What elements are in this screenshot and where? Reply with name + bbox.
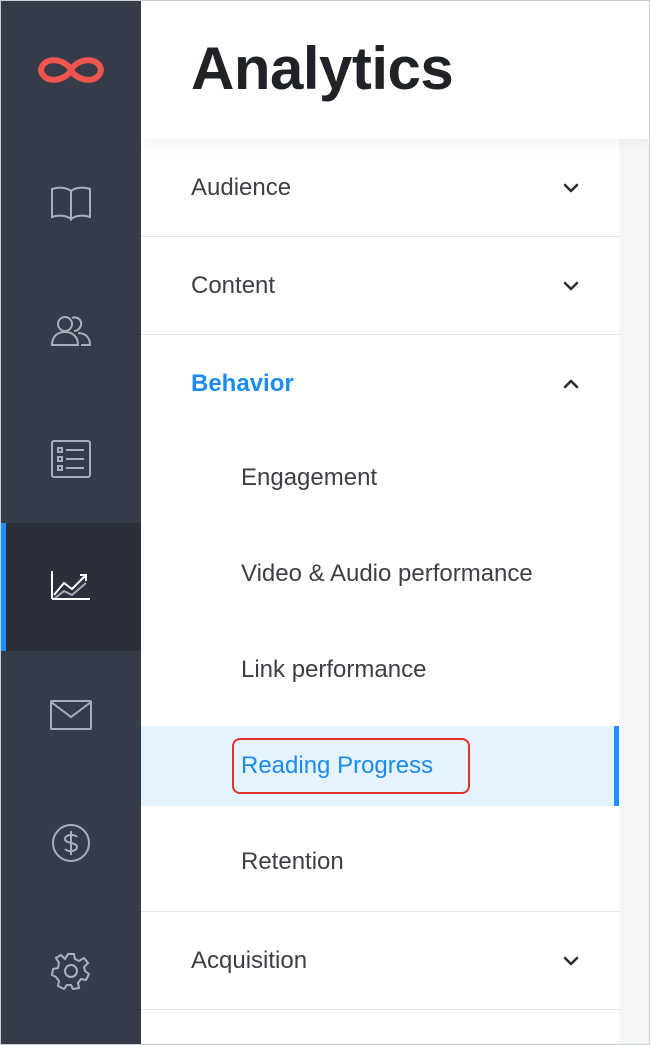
rail-item-library[interactable]	[1, 139, 141, 267]
infinity-logo-icon	[38, 57, 104, 83]
rail-item-settings[interactable]	[1, 907, 141, 1035]
dollar-icon	[52, 824, 90, 862]
mail-icon	[50, 700, 92, 730]
menu-item-retention[interactable]: Retention	[141, 822, 619, 902]
menu-item-label: Engagement	[241, 464, 378, 491]
menu-item-label: Reading Progress	[241, 752, 434, 779]
divider	[141, 1009, 619, 1010]
menu-item-label: Video & Audio performance	[241, 560, 533, 587]
menu-item-engagement[interactable]: Engagement	[141, 438, 619, 518]
menu-item-label: Link performance	[241, 656, 427, 683]
content-gutter	[619, 139, 649, 1044]
app-window: Analytics Audience Content Behavior Enga…	[0, 0, 650, 1045]
rail-item-mail[interactable]	[1, 651, 141, 779]
chevron-down-icon	[563, 956, 579, 965]
rail-item-audience[interactable]	[1, 267, 141, 395]
book-icon	[51, 186, 91, 221]
rail-item-analytics[interactable]	[1, 523, 141, 651]
rail-item-monetization[interactable]	[1, 779, 141, 907]
settings-gear-icon	[51, 953, 91, 991]
section-audience[interactable]: Audience	[141, 139, 619, 236]
section-label: Content	[191, 271, 276, 299]
rail-item-list[interactable]	[1, 395, 141, 523]
section-behavior[interactable]: Behavior	[141, 335, 619, 432]
users-icon	[50, 316, 92, 346]
list-icon	[51, 440, 91, 478]
chevron-up-icon	[563, 379, 579, 388]
section-acquisition[interactable]: Acquisition	[141, 912, 619, 1009]
chevron-down-icon	[563, 281, 579, 290]
section-label: Behavior	[191, 369, 294, 397]
icon-sidebar	[1, 1, 141, 1044]
analytics-menu: Audience Content Behavior Engagement Vid…	[141, 139, 619, 1044]
menu-item-link-performance[interactable]: Link performance	[141, 630, 619, 710]
logo[interactable]	[1, 1, 141, 139]
page-header: Analytics	[141, 1, 649, 139]
menu-item-reading-progress[interactable]: Reading Progress	[141, 726, 619, 806]
menu-item-video-audio-performance[interactable]: Video & Audio performance	[141, 534, 619, 614]
page-title: Analytics	[191, 35, 454, 102]
section-label: Audience	[191, 173, 292, 201]
analytics-chart-icon	[51, 571, 90, 600]
menu-item-label: Retention	[241, 848, 344, 875]
section-label: Acquisition	[191, 946, 308, 974]
section-content[interactable]: Content	[141, 237, 619, 334]
chevron-down-icon	[563, 183, 579, 192]
